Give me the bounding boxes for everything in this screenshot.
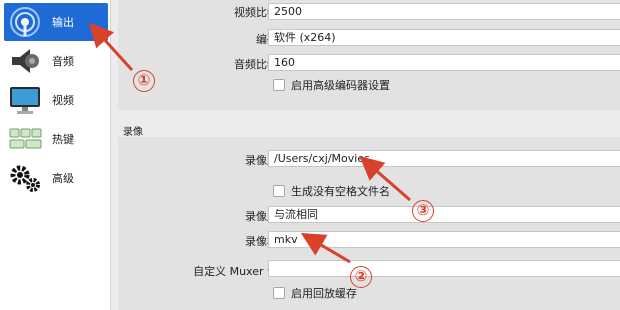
monitor-icon — [6, 83, 44, 117]
sidebar-item-hotkeys[interactable]: 热键 — [4, 120, 108, 158]
sidebar-item-video[interactable]: 视频 — [4, 81, 108, 119]
recording-format-select[interactable]: mkv — [268, 231, 620, 248]
checkbox-box[interactable] — [273, 185, 285, 197]
checkbox-label: 启用回放缓存 — [291, 287, 357, 300]
no-space-filename-checkbox[interactable]: 生成没有空格文件名 — [273, 183, 390, 199]
callout-2: ② — [350, 266, 372, 288]
encoder-select[interactable]: 软件 (x264) — [268, 29, 620, 46]
speaker-icon — [6, 44, 44, 78]
audio-bitrate-label: 音频比特率 — [234, 58, 289, 71]
video-bitrate-label: 视频比特率 — [234, 6, 289, 19]
recording-section-title: 录像 — [123, 127, 143, 138]
recording-path-label: 录像路径 — [245, 154, 289, 167]
callout-1: ① — [133, 70, 155, 92]
sidebar-item-label: 音频 — [52, 55, 74, 68]
callout-3: ③ — [412, 200, 434, 222]
recording-format-label: 录像格式 — [245, 235, 289, 248]
recording-path-field[interactable]: /Users/cxj/Movies — [268, 150, 620, 167]
sidebar-item-label: 热键 — [52, 133, 74, 146]
muxer-settings-field[interactable] — [268, 260, 620, 277]
keyboard-icon — [6, 122, 44, 156]
encoder-label: 编码器 — [139, 31, 289, 47]
recording-quality-label: 录像质量 — [245, 210, 289, 223]
checkbox-label: 生成没有空格文件名 — [291, 185, 390, 198]
advanced-encoder-checkbox[interactable]: 启用高级编码器设置 — [273, 77, 390, 93]
video-bitrate-field[interactable]: 2500 — [268, 3, 620, 20]
sidebar-item-output[interactable]: 输出 — [4, 3, 108, 41]
sidebar-item-advanced[interactable]: 高级 — [4, 159, 108, 197]
recording-quality-select[interactable]: 与流相同 — [268, 206, 620, 223]
gears-icon — [6, 161, 44, 195]
broadcast-icon — [6, 5, 44, 39]
checkbox-box[interactable] — [273, 287, 285, 299]
sidebar-item-label: 高级 — [52, 172, 74, 185]
settings-main: 视频比特率 2500 编码器 软件 (x264) 音频比特率 160 启用高级编… — [111, 0, 620, 310]
sidebar-item-label: 输出 — [52, 16, 74, 29]
sidebar-item-audio[interactable]: 音频 — [4, 42, 108, 80]
checkbox-box[interactable] — [273, 79, 285, 91]
settings-sidebar: 输出 音频 视频 热键 高级 — [0, 0, 111, 310]
audio-bitrate-select[interactable]: 160 — [268, 54, 620, 71]
replay-buffer-checkbox[interactable]: 启用回放缓存 — [273, 285, 357, 301]
muxer-settings-label: 自定义 Muxer 设置 — [193, 265, 289, 278]
sidebar-item-label: 视频 — [52, 94, 74, 107]
checkbox-label: 启用高级编码器设置 — [291, 79, 390, 92]
